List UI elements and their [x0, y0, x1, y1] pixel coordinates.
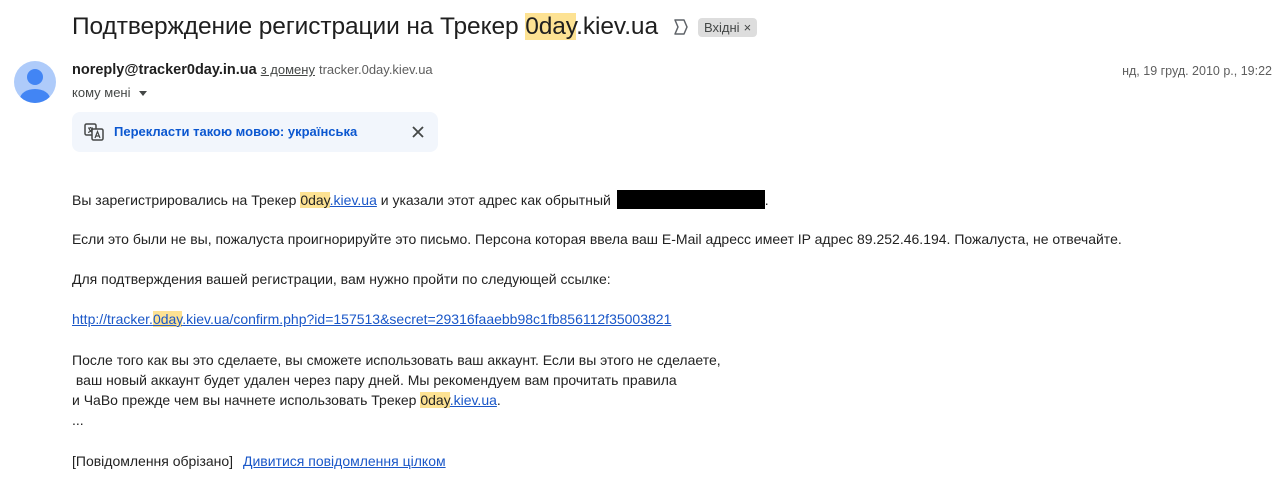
- email-date: нд, 19 груд. 2010 р., 19:22: [1122, 64, 1272, 78]
- translate-icon: [84, 122, 104, 142]
- email-subject: Подтверждение регистрации на Трекер 0day…: [72, 13, 658, 40]
- confirm-link[interactable]: http://tracker.0day.kiev.ua/confirm.php?…: [72, 311, 671, 327]
- translate-link[interactable]: Перекласти такою мовою: українська: [114, 124, 357, 139]
- body-line-registered: Вы зарегистрировались на Трекер 0day.kie…: [72, 190, 769, 209]
- clipped-notice: [Повідомлення обрізано]: [72, 453, 234, 469]
- recipient-text: кому мені: [72, 85, 131, 100]
- translate-bar: Перекласти такою мовою: українська: [72, 112, 438, 152]
- body-para-line-2: ваш новый аккаунт будет удален через пар…: [72, 372, 677, 388]
- body-line-confirm-instructions: Для подтверждения вашей регистрации, вам…: [72, 271, 611, 287]
- domain-link[interactable]: .kiev.ua: [330, 192, 377, 208]
- remove-label-icon[interactable]: ×: [744, 20, 752, 35]
- subject-row: Подтверждение регистрации на Трекер 0day…: [72, 10, 758, 44]
- sender-email[interactable]: noreply@tracker0day.in.ua: [72, 62, 257, 78]
- body-line-ignore: Если это были не вы, пожалуста проигнори…: [72, 231, 1122, 247]
- chevron-down-icon: [138, 91, 147, 96]
- view-full-message-link[interactable]: Дивитися повідомлення цілком: [243, 453, 446, 469]
- domain-link[interactable]: .kiev.ua: [450, 392, 497, 408]
- search-highlight: 0day: [300, 192, 330, 208]
- clipped-message-row: [Повідомлення обрізано] Дивитися повідом…: [72, 453, 446, 469]
- search-highlight: 0day: [525, 13, 577, 40]
- label-text: Вхідні: [703, 19, 740, 35]
- redacted-email-block: [616, 190, 765, 209]
- importance-marker-icon[interactable]: [672, 18, 690, 36]
- via-domain-label[interactable]: з домену: [261, 62, 315, 77]
- sender-row: noreply@tracker0day.in.ua з домену track…: [72, 62, 433, 78]
- confirm-link-line: http://tracker.0day.kiev.ua/confirm.php?…: [72, 311, 671, 327]
- search-highlight: 0day: [152, 311, 183, 327]
- body-para-line-3: и ЧаВо прежде чем вы начнете использоват…: [72, 392, 501, 408]
- recipient-details-toggle[interactable]: кому мені: [72, 85, 147, 100]
- person-avatar-icon[interactable]: [14, 61, 56, 103]
- search-highlight: 0day: [420, 392, 450, 408]
- ellipsis: ...: [72, 412, 84, 428]
- via-domain: tracker.0day.kiev.ua: [318, 62, 433, 77]
- body-para-line-1: После того как вы это сделаете, вы сможе…: [72, 352, 721, 368]
- inbox-label-chip[interactable]: Вхідні ×: [697, 17, 758, 37]
- close-icon[interactable]: [410, 124, 426, 140]
